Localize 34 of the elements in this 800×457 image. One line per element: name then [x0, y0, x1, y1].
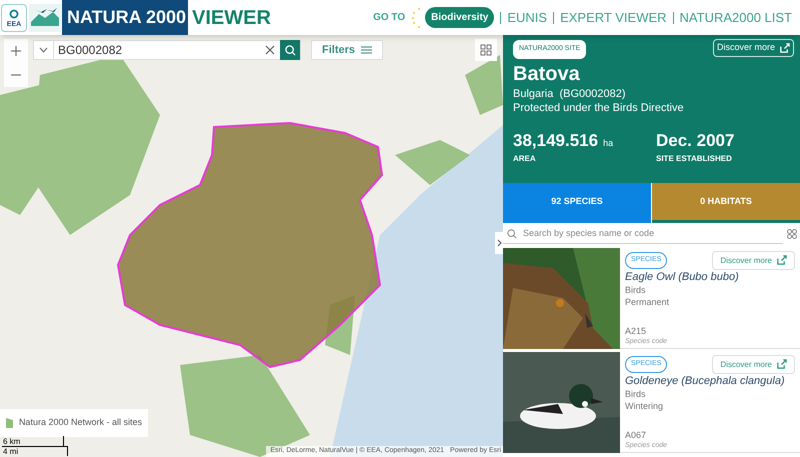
established-date: Dec. 2007 [656, 130, 734, 152]
site-protection: Protected under the Birds Directive [513, 100, 685, 114]
external-link-icon [779, 42, 790, 54]
species-status: Permanent [625, 296, 670, 308]
go-to-label: GO TO [373, 11, 406, 25]
tab[interactable]: 92 SPECIES [503, 183, 651, 223]
search-icon [507, 228, 517, 238]
header-link[interactable]: EUNIS [500, 12, 548, 24]
species-search-field[interactable]: Search by species name or code [523, 226, 783, 240]
discover-more-button[interactable]: Discover more [712, 355, 795, 374]
header-link[interactable]: EXPERT VIEWER [553, 12, 667, 24]
natura-2000-logo[interactable] [29, 4, 61, 32]
area-unit: ha [603, 136, 614, 150]
site-name: Batova [513, 62, 581, 86]
tab[interactable]: 0 HABITATS [652, 183, 800, 223]
external-link-icon [776, 255, 787, 266]
grid-icon[interactable] [787, 229, 797, 239]
species-status: Wintering [625, 400, 664, 412]
discover-more-button[interactable]: Discover more [712, 39, 794, 57]
site-country: Bulgaria (BG0002082) [513, 86, 627, 100]
area-label: AREA [513, 153, 537, 165]
species-name: Goldeneye (Bucephala clangula) [625, 375, 786, 388]
external-link-icon [776, 359, 787, 370]
app-title-banner: NATURA 2000 [62, 0, 188, 35]
area-value: 38,149.516 [513, 130, 598, 152]
species-group: Birds [625, 388, 795, 400]
species-name: Eagle Owl (Bubo bubo) [625, 271, 740, 284]
species-code: A215 [625, 326, 648, 337]
app-subtitle: VIEWER [192, 6, 271, 30]
species-code: A067 [625, 430, 648, 441]
header-link[interactable]: NATURA2000 LIST [672, 12, 792, 24]
discover-more-button[interactable]: Discover more [712, 251, 795, 270]
established-label: SITE ESTABLISHED [656, 153, 733, 165]
species-group: Birds [625, 284, 795, 296]
